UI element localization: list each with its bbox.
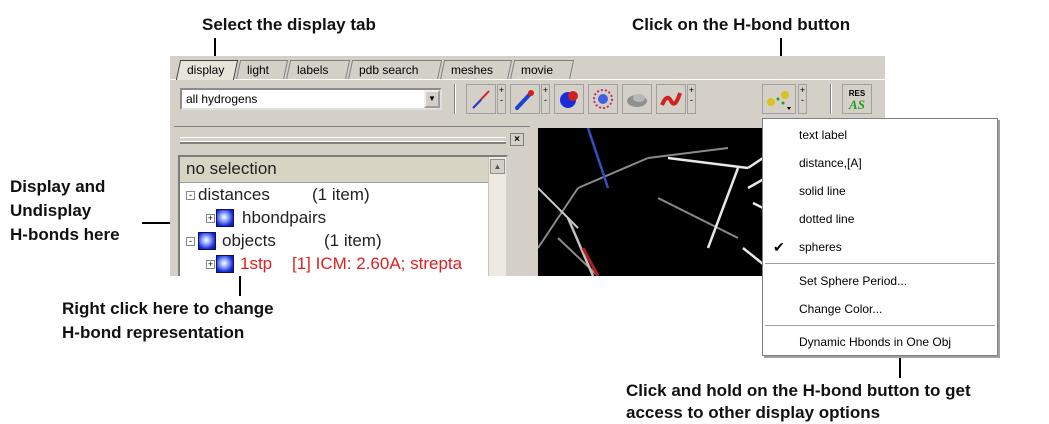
stick-button[interactable] — [510, 84, 540, 114]
toolbar-separator-2 — [830, 84, 832, 114]
annotation-click-hbond: Click on the H-bond button — [632, 15, 851, 34]
scroll-up-icon[interactable]: ▲ — [490, 159, 505, 174]
hbond-icon — [767, 91, 791, 110]
workspace-panel: × no selection ▲ - distances (1 item) + … — [174, 126, 530, 276]
annotation-select-tab: Select the display tab — [202, 15, 376, 34]
ribbon-button[interactable] — [656, 84, 686, 114]
skin-button[interactable] — [622, 84, 652, 114]
workspace-tree: no selection ▲ - distances (1 item) + hb… — [178, 155, 508, 276]
menu-item-distance[interactable]: distance,[A] — [763, 149, 997, 177]
as-label: AS — [849, 97, 865, 112]
wire-button[interactable] — [466, 84, 496, 114]
object-1stp-detail: [1] ICM: 2.60A; strepta — [292, 254, 463, 273]
menu-separator — [765, 263, 995, 265]
hbondpairs-label: hbondpairs — [242, 208, 327, 227]
stick-icon — [515, 90, 534, 110]
check-icon: ✔ — [773, 239, 785, 255]
molecule-viewer[interactable] — [538, 128, 798, 276]
tab-labels[interactable]: labels — [285, 60, 351, 80]
display-toggle-icon[interactable] — [216, 255, 234, 273]
annotation-right-click-1: Right click here to change — [62, 299, 274, 318]
ribbon-icon — [660, 92, 682, 106]
ribbon-plus-minus[interactable]: + - — [687, 84, 696, 114]
hbond-plus-minus[interactable]: + - — [798, 84, 807, 114]
annotation-right-click-2: H-bond representation — [62, 323, 245, 342]
surface-button[interactable] — [588, 84, 618, 114]
tab-baseline — [170, 79, 885, 80]
menu-item-dotted-line[interactable]: dotted line — [763, 205, 997, 233]
menu-item-dynamic-hbonds[interactable]: Dynamic Hbonds in One Obj — [763, 328, 997, 356]
annotation-display-undisplay-1: Display and — [10, 177, 106, 196]
collapse-icon[interactable]: - — [186, 237, 195, 246]
surface-icon — [593, 89, 613, 109]
molecule-render — [538, 128, 794, 276]
menu-separator — [765, 325, 995, 327]
skin-icon — [627, 94, 647, 107]
wire-plus-minus[interactable]: + - — [497, 84, 506, 114]
collapse-icon[interactable]: - — [186, 191, 195, 200]
expand-icon[interactable]: + — [206, 260, 215, 269]
res-as-button[interactable]: RES AS — [842, 84, 872, 114]
stick-plus-minus[interactable]: + - — [541, 84, 550, 114]
toolbar-separator — [454, 84, 456, 114]
menu-item-change-color[interactable]: Change Color... — [763, 295, 997, 323]
distances-label: distances — [198, 185, 270, 204]
menu-item-set-sphere-period[interactable]: Set Sphere Period... — [763, 267, 997, 295]
panel-grip-2 — [180, 141, 506, 144]
menu-item-solid-line[interactable]: solid line — [763, 177, 997, 205]
objects-count: (1 item) — [324, 231, 382, 250]
hydrogen-display-value: all hydrogens — [186, 92, 258, 106]
object-1stp-label: 1stp — [240, 254, 273, 273]
display-toggle-icon[interactable] — [216, 209, 234, 227]
expand-icon[interactable]: + — [206, 214, 215, 223]
annotation-display-undisplay-3: H-bonds here — [10, 225, 120, 244]
ball-button[interactable] — [554, 84, 584, 114]
hbond-button[interactable] — [762, 84, 796, 114]
scrollbar[interactable]: ▲ — [488, 157, 506, 276]
tab-pdb-search[interactable]: pdb search — [347, 60, 443, 80]
distances-count: (1 item) — [312, 185, 370, 204]
close-icon[interactable]: × — [510, 133, 524, 146]
tab-display[interactable]: display — [175, 60, 239, 80]
hydrogen-display-select[interactable]: all hydrogens ▼ — [180, 88, 442, 110]
objects-label: objects — [222, 231, 276, 250]
menu-item-text-label[interactable]: text label — [763, 121, 997, 149]
hbond-options-menu: text label distance,[A] solid line dotte… — [762, 118, 998, 356]
selection-field[interactable]: no selection — [180, 157, 506, 183]
chevron-down-icon[interactable]: ▼ — [424, 90, 440, 108]
tab-movie[interactable]: movie — [509, 60, 575, 80]
ball-icon — [560, 91, 578, 108]
tab-meshes[interactable]: meshes — [439, 60, 513, 80]
annotation-click-hold-1: Click and hold on the H-bond button to g… — [626, 381, 971, 400]
annotation-click-hold-2: access to other display options — [626, 403, 881, 422]
annotation-display-undisplay-2: Undisplay — [10, 201, 92, 220]
display-toggle-icon[interactable] — [198, 232, 216, 250]
tab-light[interactable]: light — [235, 60, 289, 80]
menu-item-spheres-label: spheres — [799, 240, 842, 254]
menu-item-spheres[interactable]: ✔ spheres — [763, 233, 997, 261]
wire-icon — [472, 90, 490, 109]
